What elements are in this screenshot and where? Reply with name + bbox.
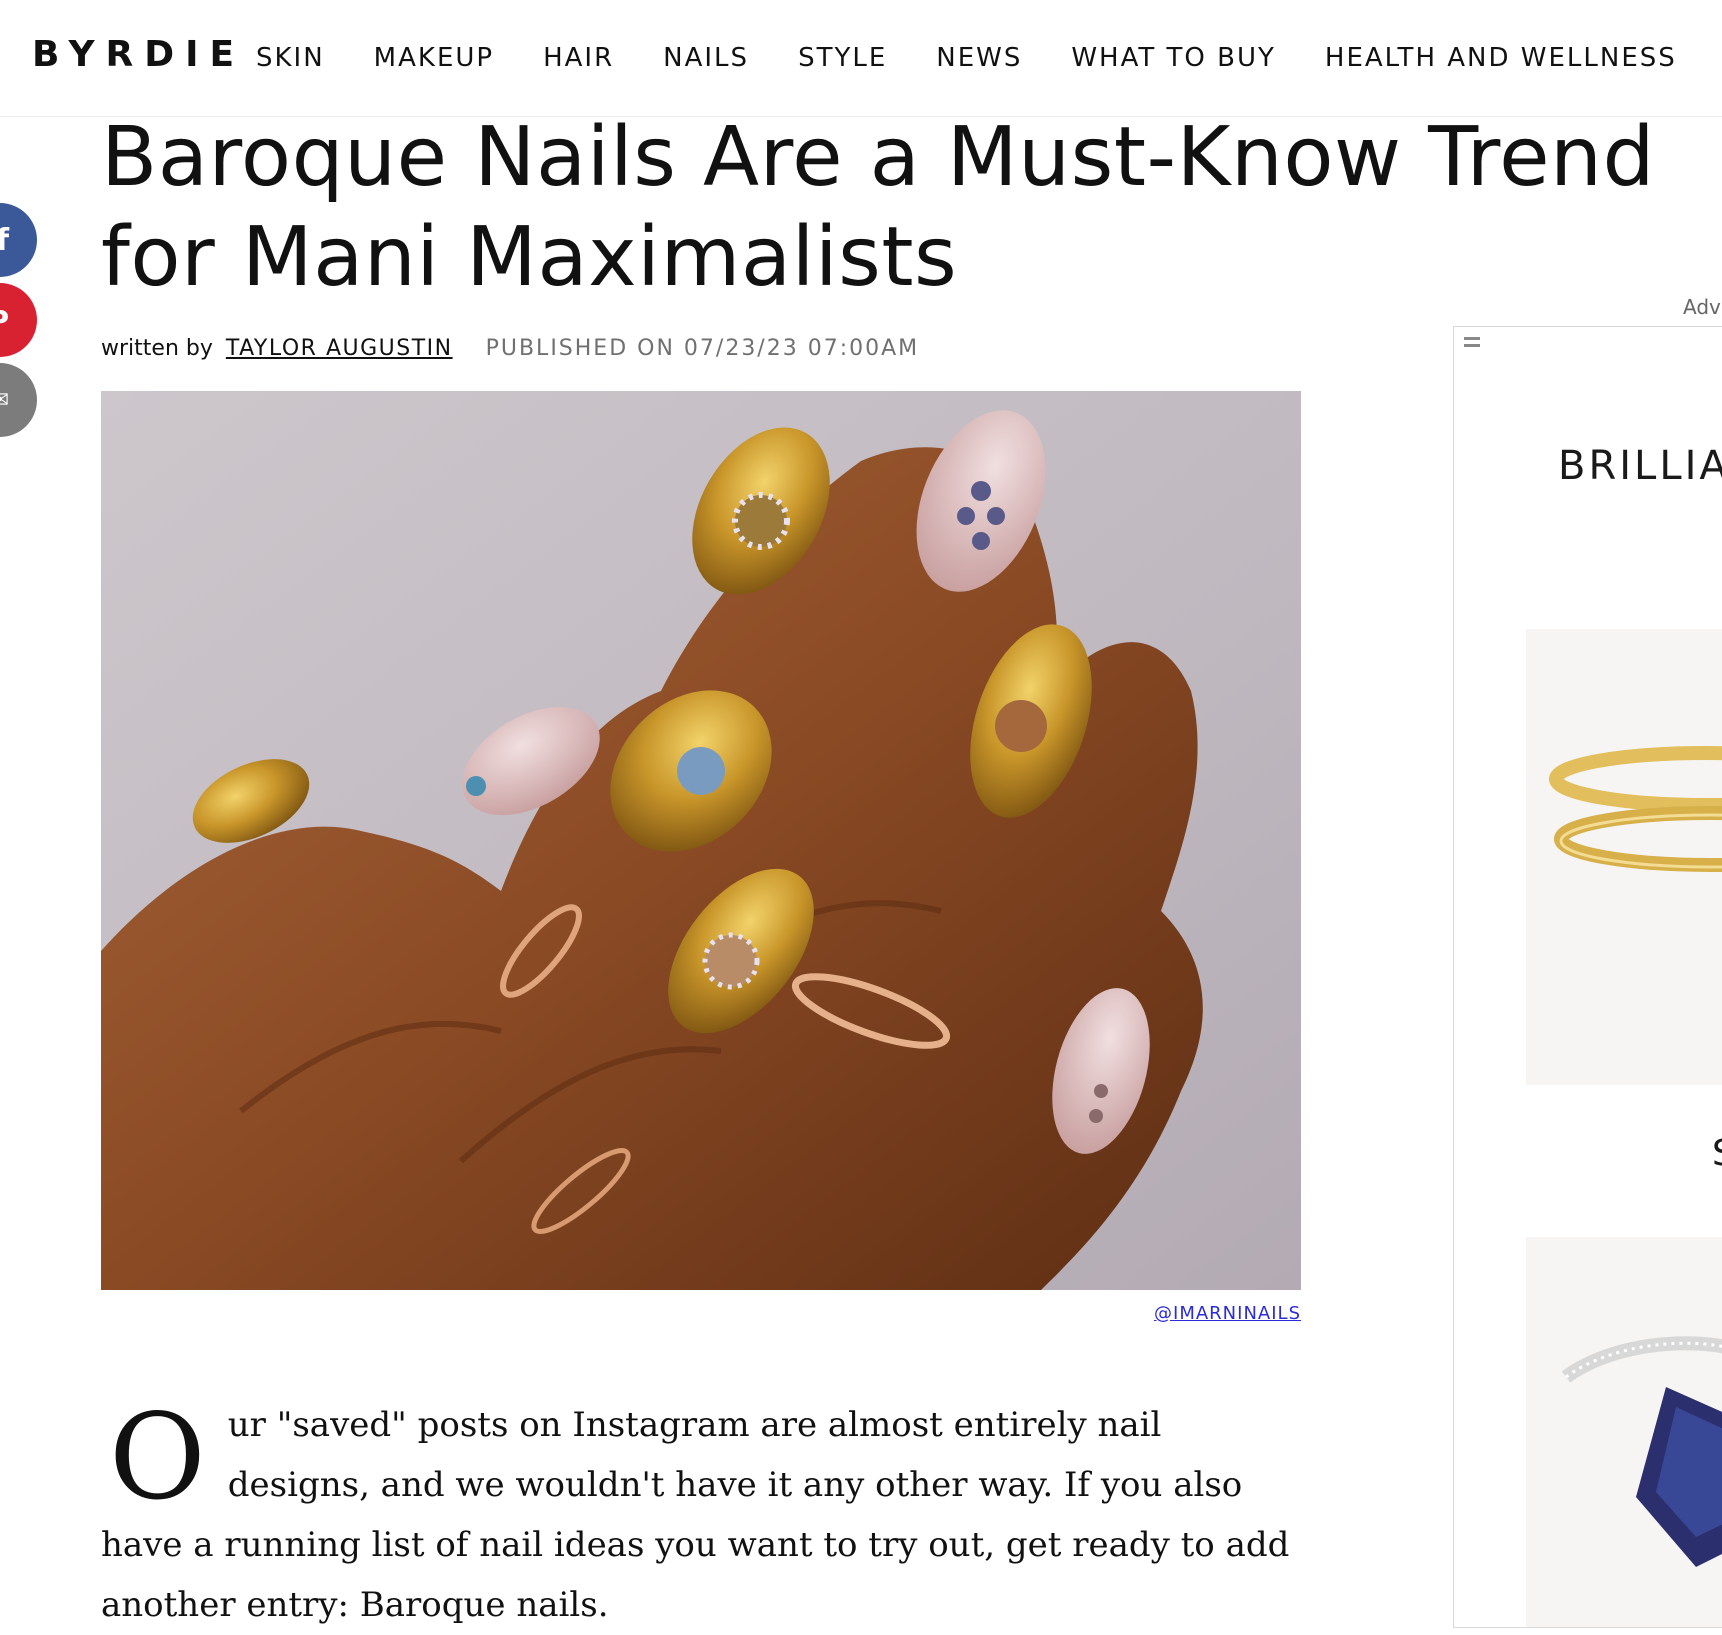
gem-ring-image: [1561, 1336, 1722, 1567]
ad-headline: BRILLIA: [1558, 443, 1722, 489]
nav-item-skin[interactable]: SKIN: [256, 43, 325, 73]
email-icon: ✉: [0, 388, 9, 413]
ad-partial-text: S: [1712, 1133, 1722, 1174]
facebook-icon: f: [0, 222, 9, 258]
pinterest-share-button[interactable]: P: [0, 283, 37, 357]
drop-cap: O: [109, 1388, 206, 1526]
nav-item-news[interactable]: NEWS: [936, 43, 1022, 73]
byline-prefix: written by: [101, 336, 213, 361]
author-link[interactable]: TAYLOR AUGUSTIN: [226, 336, 453, 361]
hero-image: [101, 391, 1301, 1290]
publish-date: PUBLISHED ON 07/23/23 07:00AM: [485, 336, 920, 361]
site-header: BYRDIE SKIN MAKEUP HAIR NAILS STYLE NEWS…: [0, 0, 1722, 117]
nav-item-makeup[interactable]: MAKEUP: [374, 43, 494, 73]
nav-item-health-and-wellness[interactable]: HEALTH AND WELLNESS: [1325, 43, 1677, 73]
advertisement-label: Adv: [1683, 295, 1721, 319]
image-credit-link[interactable]: @IMARNINAILS: [1050, 1303, 1301, 1324]
ad-product-gem-ring[interactable]: [1526, 1237, 1722, 1627]
intro-paragraph: ur "saved" posts on Instagram are almost…: [101, 1405, 1290, 1625]
email-share-button[interactable]: ✉: [0, 363, 37, 437]
gold-rings-image: [1549, 746, 1722, 872]
nav-item-nails[interactable]: NAILS: [663, 43, 749, 73]
article-title: Baroque Nails Are a Must-Know Trend for …: [101, 110, 1656, 305]
nav-item-style[interactable]: STYLE: [798, 43, 887, 73]
byline: written by TAYLOR AUGUSTIN PUBLISHED ON …: [101, 336, 919, 361]
advertisement-box[interactable]: BRILLIA S: [1453, 326, 1722, 1628]
ad-menu-icon[interactable]: [1464, 337, 1480, 351]
article-intro: Our "saved" posts on Instagram are almos…: [101, 1395, 1311, 1635]
ad-product-rings[interactable]: [1526, 629, 1722, 1085]
site-logo[interactable]: BYRDIE: [32, 34, 245, 75]
nails-photo: [101, 391, 1301, 1290]
nav-item-what-to-buy[interactable]: WHAT TO BUY: [1071, 43, 1276, 73]
main-nav: SKIN MAKEUP HAIR NAILS STYLE NEWS WHAT T…: [256, 0, 1677, 116]
pinterest-icon: P: [0, 304, 9, 337]
nav-item-hair[interactable]: HAIR: [543, 43, 614, 73]
facebook-share-button[interactable]: f: [0, 203, 37, 277]
